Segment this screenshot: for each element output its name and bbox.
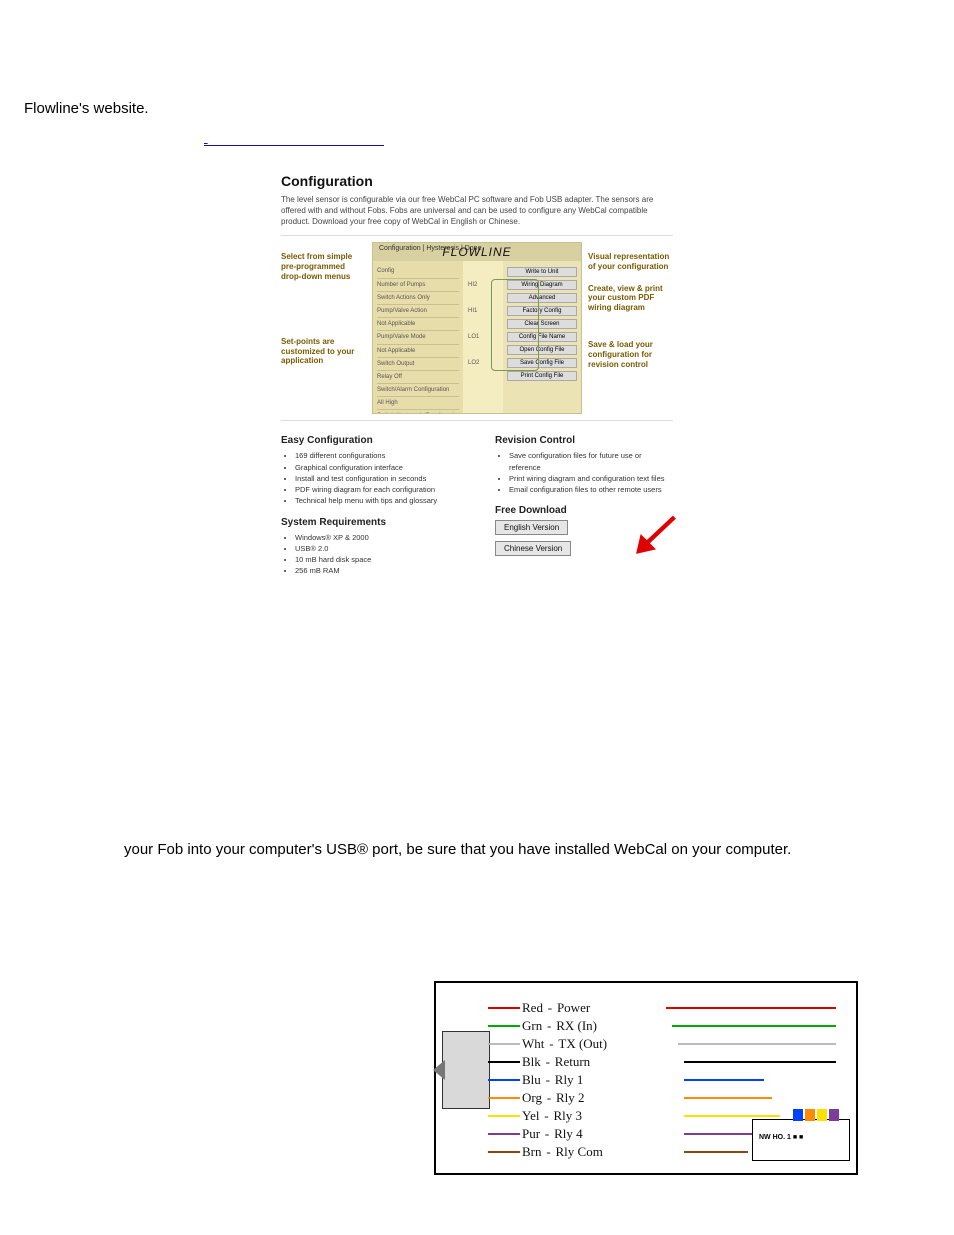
wire-segment: [672, 1025, 836, 1027]
callout-menus: Select from simple pre-programmed drop-d…: [281, 252, 366, 281]
fake-menu-item: Config: [377, 265, 459, 278]
wire-label-orange: Org-Rly 2: [522, 1091, 585, 1104]
callout-pdf: Create, view & print your custom PDF wir…: [588, 284, 673, 313]
intro-fragment: Flowline's website.: [24, 100, 930, 117]
terminal-icon: [829, 1109, 839, 1121]
wire-segment: [678, 1043, 836, 1047]
terminal-icon: [793, 1109, 803, 1121]
list-item: 169 different configurations: [295, 450, 459, 461]
wire-label-yellow: Yel-Rly 3: [522, 1109, 582, 1122]
terminal-icon: [805, 1109, 815, 1121]
wire-segment: [684, 1151, 748, 1153]
fake-button: Write to Unit: [507, 267, 577, 277]
fake-menu-item: Switch Output: [377, 358, 459, 371]
list-item: 256 mB RAM: [295, 565, 459, 576]
fake-menu-item: Pump/Valve Mode: [377, 331, 459, 344]
wire-stub: [488, 1151, 520, 1153]
fake-menu-item: Not Applicable: [377, 345, 459, 358]
card-title: Configuration: [281, 173, 673, 189]
tank-outline: HI2 HI1 LO1 LO2: [491, 279, 539, 371]
list-item: Print wiring diagram and configuration t…: [509, 473, 673, 484]
wire-label-brown: Brn-Rly Com: [522, 1145, 603, 1158]
tank-graphic: HI2 HI1 LO1 LO2: [463, 261, 503, 414]
wire-stub: [488, 1025, 520, 1027]
fake-menu-item: Not Applicable: [377, 318, 459, 331]
webcal-screenshot: Configuration | Hysteresis | Done FLOWLI…: [372, 242, 582, 414]
fake-menu-item: All High: [377, 397, 459, 410]
document-page: Flowline's website. Configuration The le…: [0, 0, 954, 1235]
wire-label-white: Wht-TX (Out): [522, 1037, 607, 1050]
tank-level: HI1: [468, 308, 477, 314]
fake-menu-item: Relay Off: [377, 371, 459, 384]
list-item: Technical help menu with tips and glossa…: [295, 495, 459, 506]
list-item: Save configuration files for future use …: [509, 450, 673, 473]
english-download-button[interactable]: English Version: [495, 520, 568, 535]
wire-label-blue: Blu-Rly 1: [522, 1073, 583, 1086]
right-callouts: Visual representation of your configurat…: [588, 242, 673, 369]
wire-segment: [684, 1115, 780, 1117]
list-item: Install and test configuration in second…: [295, 473, 459, 484]
fake-menu-item: Switch Hysteresis/Deadband: [377, 410, 459, 414]
wire-stub: [488, 1097, 520, 1099]
tank-level: LO1: [468, 334, 479, 340]
list-item: Email configuration files to other remot…: [509, 484, 673, 495]
list-item: Windows® XP & 2000: [295, 532, 459, 543]
list-item: 10 mB hard disk space: [295, 554, 459, 565]
screenshot-row: Select from simple pre-programmed drop-d…: [281, 235, 673, 421]
revision-title: Revision Control: [495, 435, 673, 446]
easy-config-title: Easy Configuration: [281, 435, 459, 446]
wire-stub: [488, 1043, 520, 1045]
wire-label-purple: Pur-Rly 4: [522, 1127, 583, 1140]
card-intro: The level sensor is configurable via our…: [281, 195, 673, 227]
wire-stub: [488, 1079, 520, 1081]
tank-level: LO2: [468, 360, 479, 366]
wire-stub: [488, 1061, 520, 1063]
wire-label-red: Red-Power: [522, 1001, 590, 1014]
body-paragraph: your Fob into your computer's USB® port,…: [124, 839, 930, 862]
fake-menu-item: Number of Pumps: [377, 279, 459, 292]
wire-segment: [684, 1061, 836, 1063]
config-card: Configuration The level sensor is config…: [267, 161, 687, 599]
wire-stub: [488, 1007, 520, 1009]
connector-plug-icon: [442, 1031, 490, 1109]
left-column: Easy Configuration 169 different configu…: [281, 435, 459, 586]
free-download-title: Free Download: [495, 505, 673, 516]
sysreq-list: Windows® XP & 2000 USB® 2.0 10 mB hard d…: [295, 532, 459, 577]
sysreq-title: System Requirements: [281, 517, 459, 528]
website-link[interactable]: [204, 130, 384, 146]
flowline-logo: FLOWLINE: [442, 245, 511, 259]
fake-menu-item: Switch/Alarm Configuration: [377, 384, 459, 397]
fake-menu-item: Switch Actions Only: [377, 292, 459, 305]
wire-stub: [488, 1133, 520, 1135]
fake-dropdown-list: Config Number of Pumps Switch Actions On…: [373, 261, 463, 414]
list-item: USB® 2.0: [295, 543, 459, 554]
list-item: PDF wiring diagram for each configuratio…: [295, 484, 459, 495]
list-item: Graphical configuration interface: [295, 462, 459, 473]
easy-config-list: 169 different configurations Graphical c…: [295, 450, 459, 506]
tank-level: HI2: [468, 282, 477, 288]
callout-saveload: Save & load your configuration for revis…: [588, 340, 673, 369]
wiring-diagram: Red-Power Grn-RX (In) Wht-TX (Out) Blk-R…: [434, 981, 858, 1175]
terminal-block: [791, 1108, 839, 1126]
red-arrow-icon: [633, 511, 679, 557]
wire-label-green: Grn-RX (In): [522, 1019, 597, 1032]
wire-stub: [488, 1115, 520, 1117]
wire-segment: [684, 1079, 764, 1081]
fake-menu-item: Pump/Valve Action: [377, 305, 459, 318]
terminal-icon: [817, 1109, 827, 1121]
wire-label-black: Blk-Return: [522, 1055, 590, 1068]
target-board: NW HO. 1 ■ ■: [752, 1119, 850, 1161]
left-callouts: Select from simple pre-programmed drop-d…: [281, 242, 366, 366]
right-column: Revision Control Save configuration file…: [495, 435, 673, 586]
wire-segment: [666, 1007, 836, 1009]
callout-visual: Visual representation of your configurat…: [588, 252, 673, 271]
card-columns: Easy Configuration 169 different configu…: [281, 435, 673, 586]
fake-button: Print Config File: [507, 371, 577, 381]
chinese-download-button[interactable]: Chinese Version: [495, 541, 571, 556]
wire-segment: [684, 1097, 772, 1099]
revision-list: Save configuration files for future use …: [509, 450, 673, 495]
callout-setpoints: Set-points are customized to your applic…: [281, 337, 366, 366]
